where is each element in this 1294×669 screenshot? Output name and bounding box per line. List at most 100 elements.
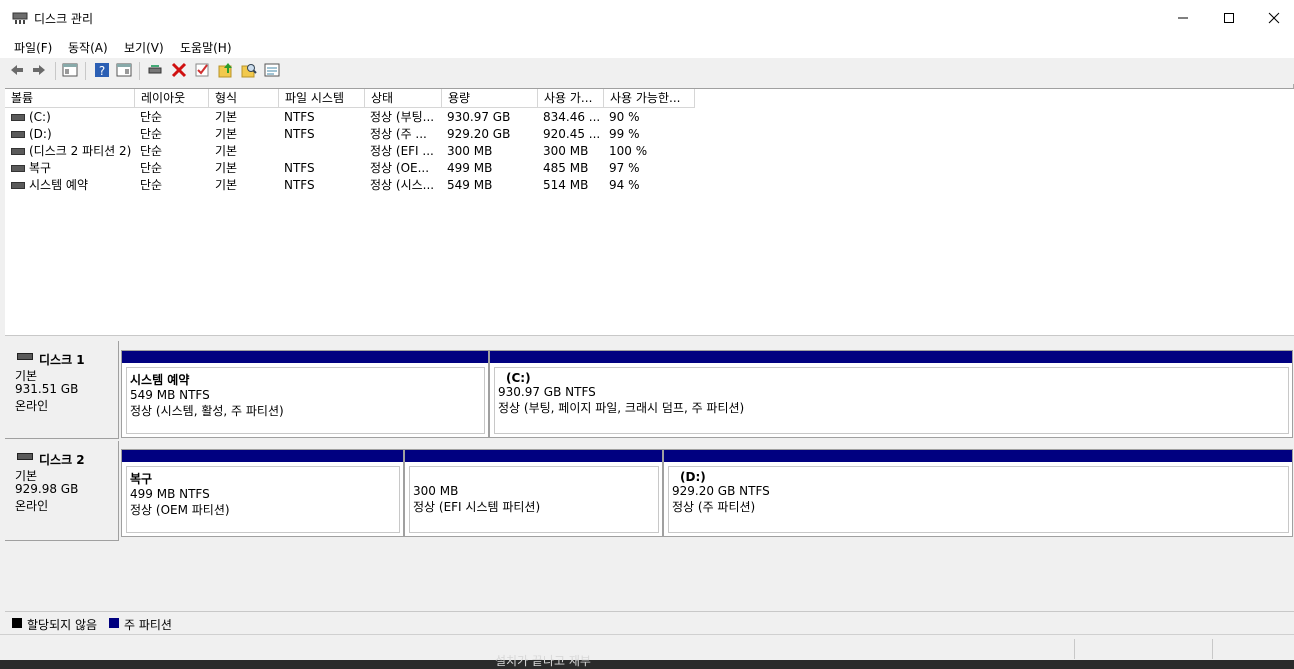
table-row[interactable]: 복구 단순 기본 NTFS 정상 (OE... 499 MB 485 MB 97 % [5,160,705,177]
check-icon[interactable] [194,62,210,78]
console-tree-icon[interactable] [62,62,78,78]
cell-status: 정상 (시스... [370,177,434,193]
menu-action[interactable]: 동작(A) [68,39,108,56]
connect-icon[interactable] [147,62,163,78]
menu-help[interactable]: 도움말(H) [180,39,232,56]
taskbar [0,660,1294,668]
partition-name [413,470,658,484]
cell-file-system: NTFS [284,126,315,142]
cell-status: 정상 (주 ... [370,126,427,142]
cell-percent-free-text: 99 % [609,127,640,141]
maximize-button[interactable] [1206,0,1252,36]
cell-capacity-text: 499 MB [447,161,493,175]
column-header-layout[interactable]: 레이아웃 [135,89,209,108]
cell-layout-text: 단순 [140,110,163,124]
cell-file-system-text: NTFS [284,178,315,192]
back-icon[interactable] [9,62,25,78]
cell-status-text: 정상 (시스... [370,178,435,192]
view-icon[interactable] [264,62,280,78]
cell-layout: 단순 [140,177,162,193]
disk-row: 디스크 2 기본 929.98 GB 온라인 복구 499 MB NTFS 정상… [5,441,1294,541]
cell-percent-free: 100 % [609,143,647,159]
cell-capacity-text: 300 MB [447,144,493,158]
disk-state: 온라인 [15,399,49,413]
table-row[interactable]: 시스템 예약 단순 기본 NTFS 정상 (시스... 549 MB 514 MB 94 % [5,177,705,194]
partition-name: (D:) [680,470,706,484]
cell-free-space-text: 300 MB [543,144,589,158]
cell-status: 정상 (EFI ... [370,143,434,159]
disk-icon [17,453,33,460]
disk-management-app-icon [12,12,28,24]
window-title: 디스크 관리 [34,12,94,26]
column-header-free-space[interactable]: 사용 가... [538,89,604,108]
disk-size: 929.98 GB [15,482,79,496]
cell-status: 정상 (부팅... [370,109,434,125]
cell-volume: 시스템 예약 [11,177,88,193]
partition[interactable]: (C:) 930.97 GB NTFS 정상 (부팅, 페이지 파일, 크래시 … [489,350,1293,438]
svg-text:?: ? [99,64,105,78]
disk-info[interactable]: 디스크 1 기본 931.51 GB 온라인 [5,341,119,439]
column-header-status[interactable]: 상태 [365,89,442,108]
table-row[interactable]: (C:) 단순 기본 NTFS 정상 (부팅... 930.97 GB 834.46 ...… [5,109,705,126]
properties-icon[interactable] [116,62,132,78]
cell-layout: 단순 [140,160,162,176]
primary-partition-bar [405,450,662,462]
cell-capacity: 300 MB [447,143,492,159]
disk-info[interactable]: 디스크 2 기본 929.98 GB 온라인 [5,441,119,541]
table-row[interactable]: (D:) 단순 기본 NTFS 정상 (주 ... 929.20 GB 920.45 ...… [5,126,705,143]
volume-icon [11,148,25,155]
minimize-button[interactable] [1160,0,1206,36]
partition[interactable]: 시스템 예약 549 MB NTFS 정상 (시스템, 활성, 주 파티션) [121,350,489,438]
cell-free-space: 834.46 ... [543,109,600,125]
help-icon[interactable]: ? [94,62,110,78]
partition-status: 정상 (주 파티션) [672,500,756,514]
cell-volume-text: 복구 [29,161,52,175]
table-row[interactable]: (디스크 2 파티션 2) 단순 기본 정상 (EFI ... 300 MB 300 MB… [5,143,705,160]
cell-free-space: 514 MB [543,177,588,193]
cell-type-text: 기본 [215,161,238,175]
menu-view[interactable]: 보기(V) [124,39,164,56]
close-button[interactable] [1251,0,1294,36]
cell-type-text: 기본 [215,178,238,192]
menu-bar: 파일(F) 동작(A) 보기(V) 도움말(H) [0,36,1294,59]
delete-icon[interactable] [171,62,187,78]
partition[interactable]: 300 MB 정상 (EFI 시스템 파티션) [404,449,663,537]
cell-free-space-text: 485 MB [543,161,589,175]
column-header-volume[interactable]: 볼륨 [5,89,135,108]
cell-file-system: NTFS [284,109,315,125]
column-header-percent-free[interactable]: 사용 가능한... [604,89,695,108]
cell-layout: 단순 [140,143,162,159]
partition-size: 499 MB NTFS [130,487,210,501]
cell-type: 기본 [215,109,237,125]
column-header-file-system[interactable]: 파일 시스템 [279,89,365,108]
disk-size: 931.51 GB [15,382,79,396]
taskbar-text: 설치가 끝나고 재부 [495,654,591,668]
cell-status-text: 정상 (OE... [370,161,430,175]
disk-graphical-view: 디스크 1 기본 931.51 GB 온라인 시스템 예약 549 MB NTF… [5,341,1294,611]
legend-label-primary: 주 파티션 [124,618,172,632]
cell-percent-free-text: 100 % [609,144,648,158]
primary-partition-bar [122,450,403,462]
column-header-capacity[interactable]: 용량 [442,89,538,108]
volume-list: 볼륨 레이아웃 형식 파일 시스템 상태 용량 사용 가... 사용 가능한..… [5,88,1294,335]
partition[interactable]: 복구 499 MB NTFS 정상 (OEM 파티션) [121,449,404,537]
search-icon[interactable] [241,62,257,78]
cell-type-text: 기본 [215,127,238,141]
menu-file[interactable]: 파일(F) [14,39,52,56]
cell-capacity-text: 929.20 GB [447,127,511,141]
up-icon[interactable] [218,62,234,78]
cell-layout-text: 단순 [140,161,163,175]
cell-type: 기본 [215,143,237,159]
forward-icon[interactable] [31,62,47,78]
column-header-type[interactable]: 형식 [209,89,279,108]
cell-volume: 복구 [11,160,51,176]
cell-percent-free: 97 % [609,160,640,176]
minimize-icon [1178,17,1188,19]
cell-file-system: NTFS [284,160,315,176]
cell-layout-text: 단순 [140,178,163,192]
disk-icon [17,353,33,360]
cell-status: 정상 (OE... [370,160,429,176]
cell-volume-text: 시스템 예약 [29,178,89,192]
partition[interactable]: (D:) 929.20 GB NTFS 정상 (주 파티션) [663,449,1293,537]
cell-capacity: 549 MB [447,177,492,193]
